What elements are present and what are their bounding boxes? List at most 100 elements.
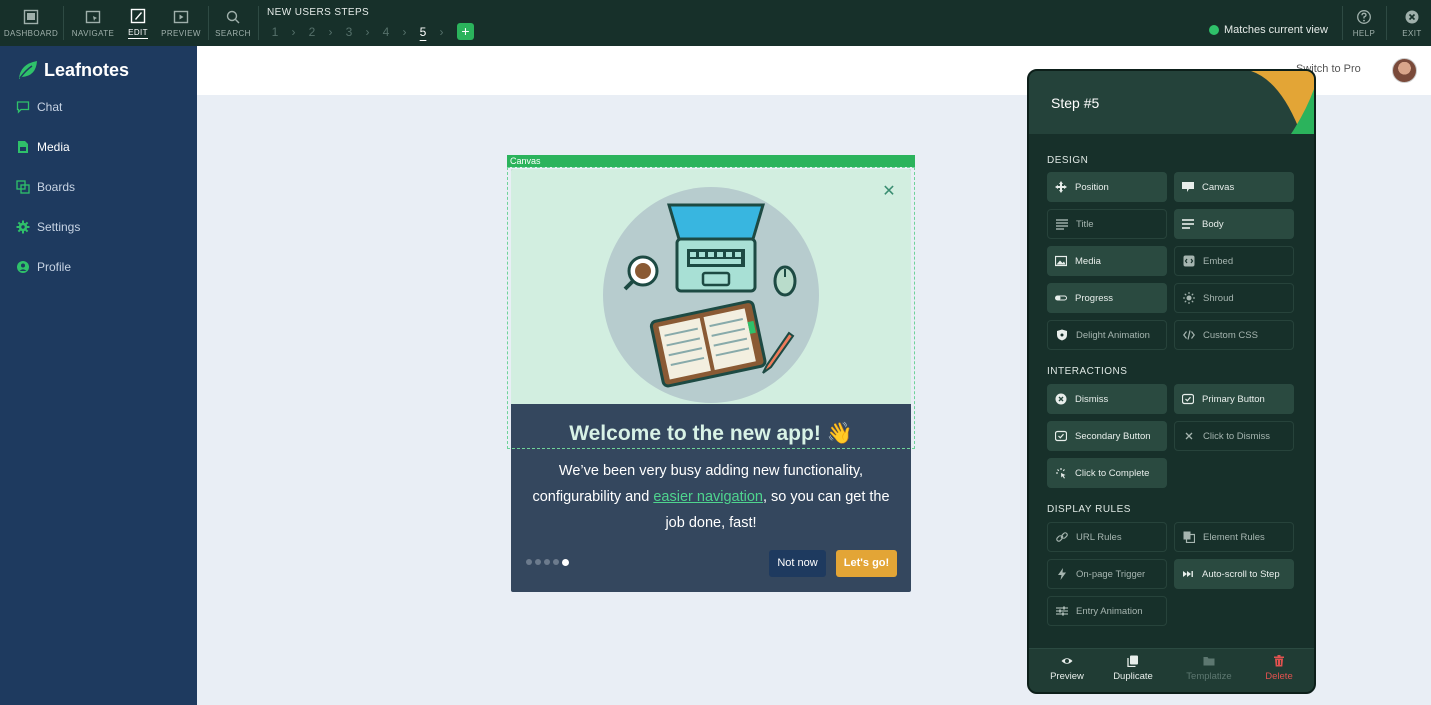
footer-preview-button[interactable]: Preview — [1037, 655, 1097, 682]
navigate-button[interactable]: NAVIGATE — [68, 0, 118, 46]
embed-icon — [1183, 255, 1195, 267]
section-design: DESIGN — [1047, 155, 1089, 166]
easier-navigation-link[interactable]: easier navigation — [653, 489, 763, 505]
button-label: Custom CSS — [1203, 329, 1258, 341]
button-label: Position — [1075, 181, 1109, 193]
button-label: Media — [1075, 255, 1101, 267]
toolbar-divider — [258, 6, 259, 40]
preview-icon — [173, 10, 189, 23]
button-label: Shroud — [1203, 292, 1234, 304]
step-1[interactable]: 1 — [266, 25, 284, 39]
match-status-label: Matches current view — [1224, 24, 1328, 36]
toolbar-divider — [208, 6, 209, 40]
not-now-button[interactable]: Not now — [769, 550, 826, 577]
rule-auto-scroll-button[interactable]: Auto-scroll to Step — [1174, 559, 1294, 589]
avatar[interactable] — [1392, 58, 1417, 83]
sidebar-item-settings[interactable]: Settings — [16, 220, 80, 234]
progress-dot — [544, 559, 550, 565]
design-shroud-button[interactable]: Shroud — [1174, 283, 1294, 313]
design-embed-button[interactable]: Embed — [1174, 246, 1294, 276]
footer-templatize-button[interactable]: Templatize — [1179, 655, 1239, 682]
interaction-secondary-button[interactable]: Secondary Button — [1047, 421, 1167, 451]
button-label: On-page Trigger — [1076, 568, 1146, 580]
navigate-icon — [85, 10, 101, 23]
progress-dots — [526, 558, 569, 566]
step-5[interactable]: 5 — [414, 25, 432, 39]
sidebar-item-label: Media — [37, 140, 70, 154]
sidebar-item-boards[interactable]: Boards — [16, 180, 75, 194]
interaction-click-to-complete-button[interactable]: Click to Complete — [1047, 458, 1167, 488]
click-icon — [1056, 468, 1066, 479]
body-text-icon — [1182, 219, 1194, 229]
button-label: Click to Complete — [1075, 467, 1150, 479]
progress-dot — [535, 559, 541, 565]
sidebar-item-media[interactable]: Media — [16, 140, 70, 154]
brand-logo[interactable]: Leafnotes — [16, 58, 129, 82]
top-toolbar: DASHBOARD NAVIGATE EDIT PREVIEW SEARCH N… — [0, 0, 1431, 46]
footer-delete-button[interactable]: Delete — [1249, 655, 1309, 682]
design-custom-css-button[interactable]: Custom CSS — [1174, 320, 1294, 350]
sidebar-item-label: Settings — [37, 220, 81, 234]
footer-duplicate-button[interactable]: Duplicate — [1103, 655, 1163, 682]
lets-go-button[interactable]: Let's go! — [836, 550, 897, 577]
preview-button[interactable]: PREVIEW — [158, 0, 204, 46]
dashboard-label: DASHBOARD — [3, 28, 59, 38]
step-4[interactable]: 4 — [377, 25, 395, 39]
design-media-button[interactable]: Media — [1047, 246, 1167, 276]
dashboard-button[interactable]: DASHBOARD — [4, 0, 58, 46]
sidebar-item-label: Profile — [37, 260, 72, 274]
exit-button[interactable]: EXIT — [1396, 0, 1428, 46]
interaction-click-to-dismiss-button[interactable]: Click to Dismiss — [1174, 421, 1294, 451]
rule-on-page-trigger-button[interactable]: On-page Trigger — [1047, 559, 1167, 589]
design-delight-animation-button[interactable]: Delight Animation — [1047, 320, 1167, 350]
gear-icon — [16, 220, 30, 234]
section-display-rules: DISPLAY RULES — [1047, 504, 1131, 515]
sun-icon — [1183, 292, 1195, 304]
progress-icon — [1055, 295, 1067, 301]
brand-name: Leafnotes — [44, 59, 130, 80]
chevron-right-icon: › — [291, 24, 296, 39]
step-3[interactable]: 3 — [340, 25, 358, 39]
button-label: Progress — [1075, 292, 1114, 304]
duplicate-icon — [1127, 655, 1138, 667]
folder-icon — [1203, 657, 1215, 666]
chat-icon — [16, 101, 30, 114]
design-progress-button[interactable]: Progress — [1047, 283, 1167, 313]
eye-icon — [1061, 658, 1073, 664]
image-icon — [1055, 255, 1067, 267]
interaction-dismiss-button[interactable]: Dismiss — [1047, 384, 1167, 414]
button-label: Dismiss — [1075, 393, 1109, 405]
media-icon — [18, 141, 28, 153]
rule-entry-animation-button[interactable]: Entry Animation — [1047, 596, 1167, 626]
rule-element-rules-button[interactable]: Element Rules — [1174, 522, 1294, 552]
step-2[interactable]: 2 — [303, 25, 321, 39]
interaction-primary-button[interactable]: Primary Button — [1174, 384, 1294, 414]
button-label: Embed — [1203, 255, 1234, 267]
design-body-button[interactable]: Body — [1174, 209, 1294, 239]
progress-dot — [553, 559, 559, 565]
button-label: Primary Button — [1202, 393, 1265, 405]
shield-icon — [1057, 329, 1067, 341]
canvas-selection-frame — [507, 167, 915, 449]
edit-button[interactable]: EDIT — [122, 0, 154, 46]
status-dot-icon — [1209, 25, 1219, 35]
section-interactions: INTERACTIONS — [1047, 366, 1128, 377]
footer-label: Preview — [1050, 671, 1084, 682]
design-title-button[interactable]: Title — [1047, 209, 1167, 239]
button-label: Auto-scroll to Step — [1202, 568, 1280, 580]
search-button[interactable]: SEARCH — [212, 0, 254, 46]
code-icon — [1183, 330, 1195, 340]
design-position-button[interactable]: Position — [1047, 172, 1167, 202]
trash-icon — [1274, 655, 1284, 667]
add-step-button[interactable]: + — [457, 23, 474, 40]
button-label: Body — [1202, 218, 1224, 230]
skip-forward-icon — [1183, 571, 1193, 577]
sidebar-item-chat[interactable]: Chat — [16, 100, 62, 114]
step-editor-panel: Step #5 DESIGN Position Canvas Title Bod… — [1027, 69, 1316, 694]
design-canvas-button[interactable]: Canvas — [1174, 172, 1294, 202]
sidebar-item-profile[interactable]: Profile — [16, 260, 71, 274]
toolbar-divider — [63, 6, 64, 40]
rule-url-rules-button[interactable]: URL Rules — [1047, 522, 1167, 552]
help-button[interactable]: HELP — [1348, 0, 1380, 46]
profile-icon — [17, 261, 29, 273]
